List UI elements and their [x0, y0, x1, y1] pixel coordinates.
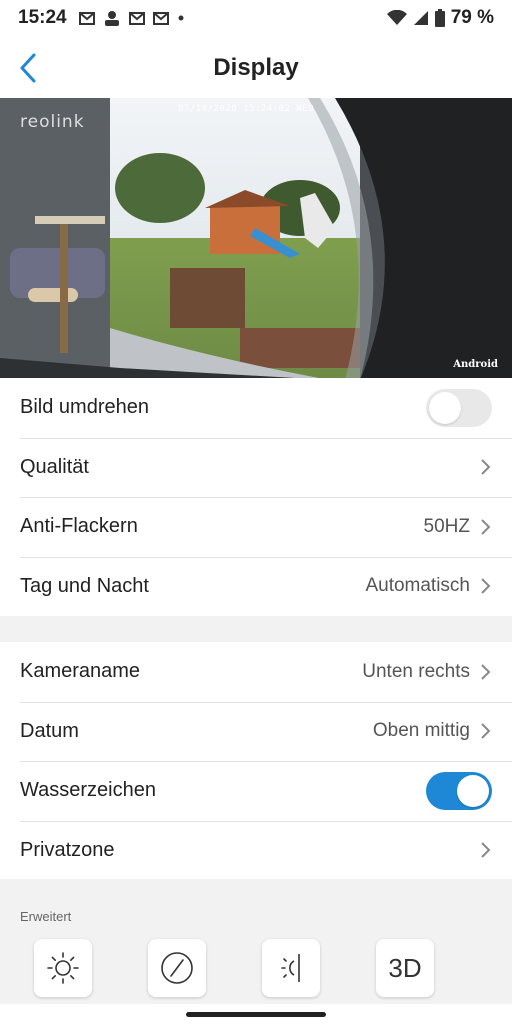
setting-tag-und-nacht[interactable]: Tag und Nacht Automatisch — [0, 556, 512, 617]
brightness-icon — [47, 952, 79, 984]
advanced-section: Erweitert 3D — [0, 879, 512, 1024]
setting-label: Tag und Nacht — [20, 574, 149, 597]
system-indicators: 79 % — [386, 7, 494, 29]
toggle-knob — [429, 391, 461, 424]
chevron-right-icon — [480, 577, 492, 595]
chevron-left-icon — [20, 53, 36, 83]
setting-value: Unten rechts — [362, 660, 470, 682]
status-time: 15:24 — [18, 7, 67, 28]
contrast-icon — [161, 952, 193, 984]
user-icon — [104, 11, 119, 26]
3d-noise-button[interactable]: 3D — [376, 939, 434, 997]
camera-preview[interactable]: 07/18/2020 15:24:02 WED reolink Android — [0, 98, 512, 380]
setting-label: Anti-Flackern — [20, 515, 138, 538]
chevron-right-icon — [480, 458, 492, 476]
sharpness-icon — [281, 954, 300, 982]
setting-qualitaet[interactable]: Qualität — [0, 437, 512, 498]
toggle-knob — [457, 774, 489, 807]
setting-privatzone[interactable]: Privatzone — [0, 820, 512, 881]
camera-preview-image — [0, 98, 512, 380]
chevron-right-icon — [480, 722, 492, 740]
flip-image-toggle[interactable] — [426, 388, 492, 427]
sharpness-button[interactable] — [262, 939, 320, 997]
preview-channel-name: Android — [453, 359, 498, 370]
setting-wasserzeichen[interactable]: Wasserzeichen — [0, 761, 512, 821]
setting-label: Datum — [20, 719, 79, 742]
dot-icon — [178, 15, 184, 21]
setting-value: Oben mittig — [372, 720, 470, 742]
setting-label: Kameraname — [20, 660, 141, 683]
gmail-icon — [128, 11, 145, 25]
advanced-tools: 3D — [34, 939, 434, 997]
setting-label: Wasserzeichen — [20, 779, 156, 802]
signal-icon — [413, 11, 428, 25]
preview-timestamp: 07/18/2020 15:24:02 WED — [178, 104, 315, 114]
back-button[interactable] — [8, 48, 48, 88]
wifi-icon — [386, 10, 407, 25]
setting-datum[interactable]: Datum Oben mittig — [0, 701, 512, 762]
gmail-icon — [78, 11, 95, 25]
preview-logo: reolink — [20, 112, 85, 132]
section-label: Erweitert — [20, 909, 72, 924]
gmail-icon — [152, 11, 169, 25]
notification-icons — [78, 10, 185, 26]
battery-icon — [434, 9, 445, 27]
setting-label: Qualität — [20, 455, 89, 478]
page-title: Display — [213, 54, 299, 81]
app-header: Display — [0, 40, 512, 96]
setting-value: 50HZ — [423, 515, 470, 537]
chevron-right-icon — [480, 663, 492, 681]
battery-percent: 79 % — [450, 7, 494, 28]
contrast-button[interactable] — [148, 939, 206, 997]
settings-group-basic: Bild umdrehen Qualität Anti-Flackern 50H… — [0, 378, 512, 616]
chevron-right-icon — [480, 841, 492, 859]
home-handle[interactable] — [186, 1011, 326, 1017]
setting-bild-umdrehen[interactable]: Bild umdrehen — [0, 378, 512, 438]
section-divider — [0, 616, 512, 642]
chevron-right-icon — [480, 518, 492, 536]
status-bar: 15:24 79 % — [0, 0, 512, 36]
setting-label: Bild umdrehen — [20, 396, 149, 419]
setting-label: Privatzone — [20, 838, 115, 861]
watermark-toggle[interactable] — [426, 771, 492, 810]
setting-value: Automatisch — [365, 575, 470, 597]
setting-anti-flackern[interactable]: Anti-Flackern 50HZ — [0, 497, 512, 557]
system-nav-bar — [0, 1004, 512, 1024]
settings-group-overlay: Kameraname Unten rechts Datum Oben mitti… — [0, 642, 512, 880]
3d-noise-icon: 3D — [388, 952, 422, 983]
setting-kameraname[interactable]: Kameraname Unten rechts — [0, 642, 512, 702]
brightness-button[interactable] — [34, 939, 92, 997]
